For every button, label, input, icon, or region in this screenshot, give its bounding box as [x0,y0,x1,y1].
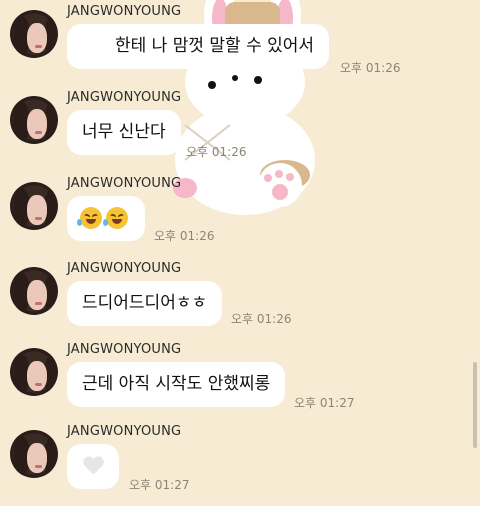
message-bubble[interactable]: 한테 나 맘껏 말할 수 있어서 [67,24,330,69]
message-bubble[interactable]: 드디어드디어ㅎㅎ [67,281,223,326]
sender-name: JANGWONYOUNG [67,90,182,105]
chat-message: JANGWONYOUNG 오후 01:26 [0,172,480,258]
sender-name: JANGWONYOUNG [67,342,182,357]
message-time: 오후 01:26 [231,312,292,326]
white-heart-emoji [83,457,103,475]
chat-message: JANGWONYOUNG 한테 나 맘껏 말할 수 있어서 오후 01:26 [0,0,480,86]
message-bubble[interactable]: 너무 신난다 [67,110,181,155]
message-time: 오후 01:26 [154,229,215,243]
chat-message: JANGWONYOUNG 근데 아직 시작도 안했찌롱 오후 01:27 [0,338,480,424]
avatar[interactable] [10,10,58,58]
avatar[interactable] [10,96,58,144]
scrollbar[interactable] [473,362,477,448]
avatar[interactable] [10,267,58,315]
rolling-on-floor-laughing-emoji [77,207,102,229]
rolling-on-floor-laughing-emoji [103,207,128,229]
message-time: 오후 01:26 [340,61,401,75]
message-bubble[interactable]: 근데 아직 시작도 안했찌롱 [67,362,286,407]
sender-name: JANGWONYOUNG [67,176,182,191]
message-bubble[interactable] [67,444,119,489]
sender-name: JANGWONYOUNG [67,261,182,276]
sender-name: JANGWONYOUNG [67,424,182,439]
message-bubble[interactable] [67,196,145,241]
avatar[interactable] [10,348,58,396]
chat-message: JANGWONYOUNG 오후 01:27 [0,420,480,506]
sender-name: JANGWONYOUNG [67,4,182,19]
chat-message: JANGWONYOUNG 너무 신난다 오후 01:26 [0,86,480,172]
message-time: 오후 01:27 [294,396,355,410]
message-time: 오후 01:26 [186,145,247,159]
chat-message: JANGWONYOUNG 드디어드디어ㅎㅎ 오후 01:26 [0,257,480,343]
avatar[interactable] [10,182,58,230]
message-time: 오후 01:27 [129,478,190,492]
avatar[interactable] [10,430,58,478]
